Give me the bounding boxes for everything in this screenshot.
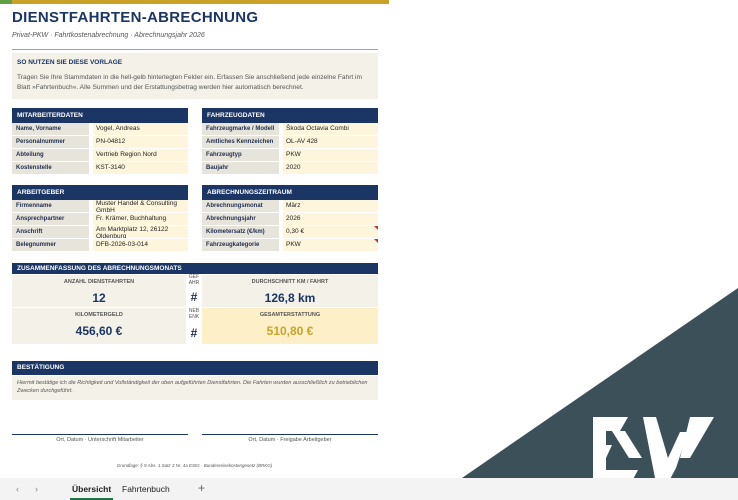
- add-sheet-icon[interactable]: +: [198, 481, 205, 495]
- tab-uebersicht[interactable]: Übersicht: [70, 481, 114, 500]
- tab-scroll-left-icon[interactable]: ‹: [16, 484, 19, 494]
- tab-scroll-right-icon[interactable]: ›: [35, 484, 38, 494]
- tab-fahrtenbuch[interactable]: Fahrtenbuch: [120, 481, 172, 498]
- corner-triangle: [430, 288, 738, 500]
- brand-corner: [430, 288, 738, 500]
